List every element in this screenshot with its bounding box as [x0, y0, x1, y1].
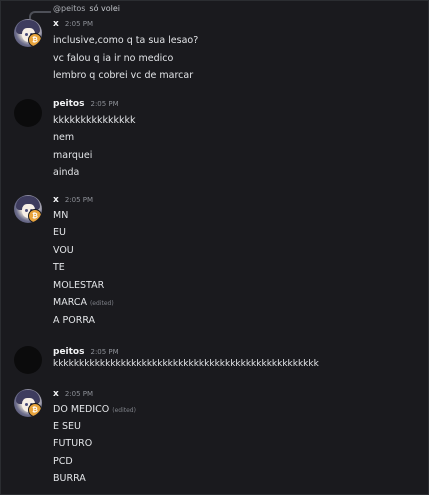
edited-label: (edited) — [89, 300, 114, 307]
message-text: DO MEDICO — [53, 404, 110, 415]
avatar-eye — [25, 33, 28, 36]
message-line: FUTURO — [53, 438, 93, 449]
reply-author-name[interactable]: @peitos — [53, 4, 85, 13]
timestamp[interactable]: 2:05 PM — [65, 20, 93, 28]
message-group: peitos 2:05 PM kkkkkkkkkkkkkkk nem marqu… — [1, 98, 428, 183]
avatar[interactable]: ₿ — [14, 19, 42, 47]
message-line: marquei — [53, 150, 93, 161]
avatar[interactable]: ₿ — [14, 195, 42, 223]
message-line: E SEU — [53, 421, 82, 432]
message-line: TE — [53, 262, 65, 273]
message-line: vc falou q ia ir no medico — [53, 53, 174, 64]
message-line: kkkkkkkkkkkkkkkkkkkkkkkkkkkkkkkkkkkkkkkk… — [53, 359, 319, 369]
message-line: inclusive,como q ta sua lesao? — [53, 35, 199, 46]
message-text: MARCA — [53, 297, 87, 308]
avatar[interactable] — [14, 346, 42, 374]
message-line: ainda — [53, 167, 80, 178]
author-name[interactable]: peitos — [53, 99, 84, 109]
reply-author[interactable]: @peitos só volei — [53, 4, 120, 13]
message-header: peitos 2:05 PM — [53, 99, 119, 109]
reply-text: só volei — [89, 4, 121, 13]
message-line: kkkkkkkkkkkkkkk — [53, 115, 136, 126]
message-line: MARCA (edited) — [53, 297, 114, 308]
message-group: ₿ x 2:05 PM MN EU VOU TE MOLESTAR MARCA(… — [1, 194, 428, 334]
avatar-eye — [25, 209, 28, 212]
message-header: x 2:05 PM — [53, 19, 93, 29]
timestamp[interactable]: 2:05 PM — [90, 100, 118, 108]
message-line: lembro q cobrei vc de marcar — [53, 70, 194, 81]
coin-badge-icon: ₿ — [28, 33, 42, 47]
message-group: ₿ x 2:05 PM DO MEDICO (edited) E SEU FUTU… — [1, 388, 428, 493]
message-line: MOLESTAR — [53, 280, 105, 291]
author-name[interactable]: x — [53, 389, 59, 399]
avatar-eye — [25, 403, 28, 406]
timestamp[interactable]: 2:05 PM — [65, 196, 93, 204]
message-group: ₿ x 2:05 PM inclusive,como q ta sua lesa… — [1, 18, 428, 88]
coin-badge-icon: ₿ — [28, 403, 42, 417]
coin-badge-icon: ₿ — [28, 209, 42, 223]
message-group: peitos 2:05 PM kkkkkkkkkkkkkkkkkkkkkkkkk… — [1, 346, 428, 376]
message-line: VOU — [53, 245, 74, 256]
message-header: peitos 2:05 PM — [53, 347, 119, 357]
avatar[interactable]: ₿ — [14, 389, 42, 417]
message-header: x 2:05 PM — [53, 389, 93, 399]
message-line: MN — [53, 210, 69, 221]
reply-preview[interactable]: @peitos só volei — [1, 1, 428, 19]
author-name[interactable]: x — [53, 19, 59, 29]
chat-message-list[interactable]: @peitos só volei ₿ x 2:05 PM inclusive,co… — [1, 1, 428, 494]
message-line: BURRA — [53, 473, 86, 484]
author-name[interactable]: peitos — [53, 347, 84, 357]
message-header: x 2:05 PM — [53, 195, 93, 205]
message-line: PCD — [53, 456, 73, 467]
message-line: A PORRA — [53, 315, 96, 326]
edited-label: (edited) — [112, 407, 136, 414]
avatar[interactable] — [14, 99, 42, 127]
message-line: EU — [53, 227, 66, 238]
author-name[interactable]: x — [53, 195, 59, 205]
timestamp[interactable]: 2:05 PM — [90, 348, 118, 356]
message-line: DO MEDICO (edited) — [53, 404, 136, 415]
message-line: nem — [53, 132, 75, 143]
timestamp[interactable]: 2:05 PM — [65, 390, 93, 398]
